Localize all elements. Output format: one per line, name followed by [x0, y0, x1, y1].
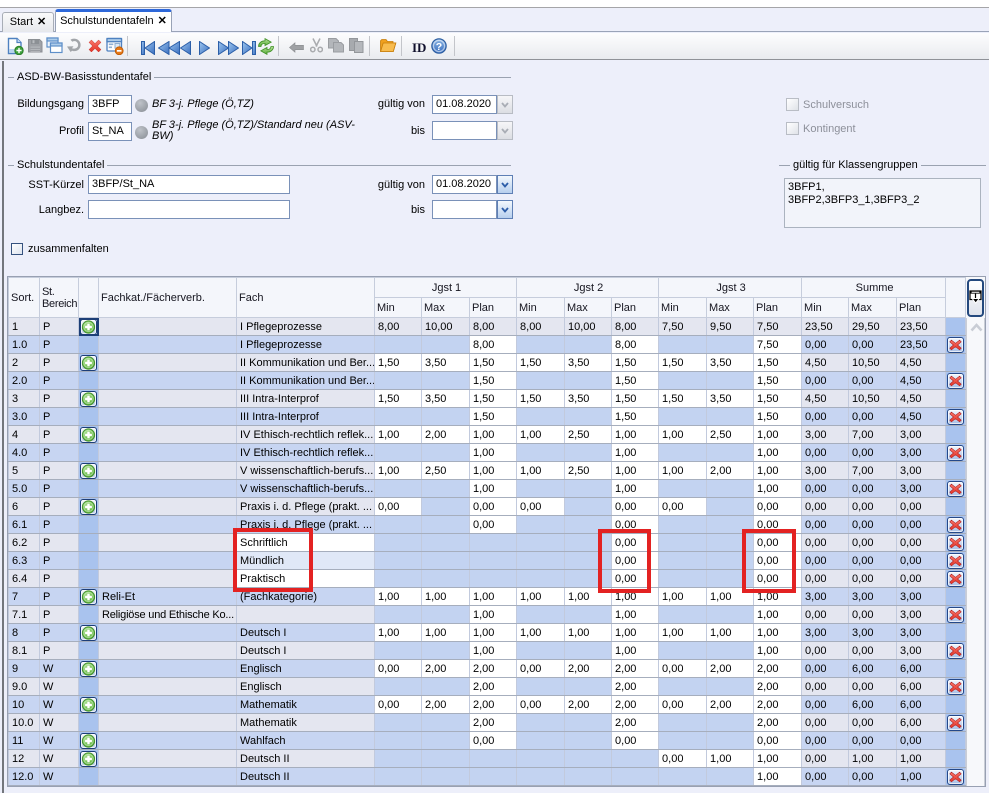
svg-text:?: ? — [436, 41, 442, 53]
